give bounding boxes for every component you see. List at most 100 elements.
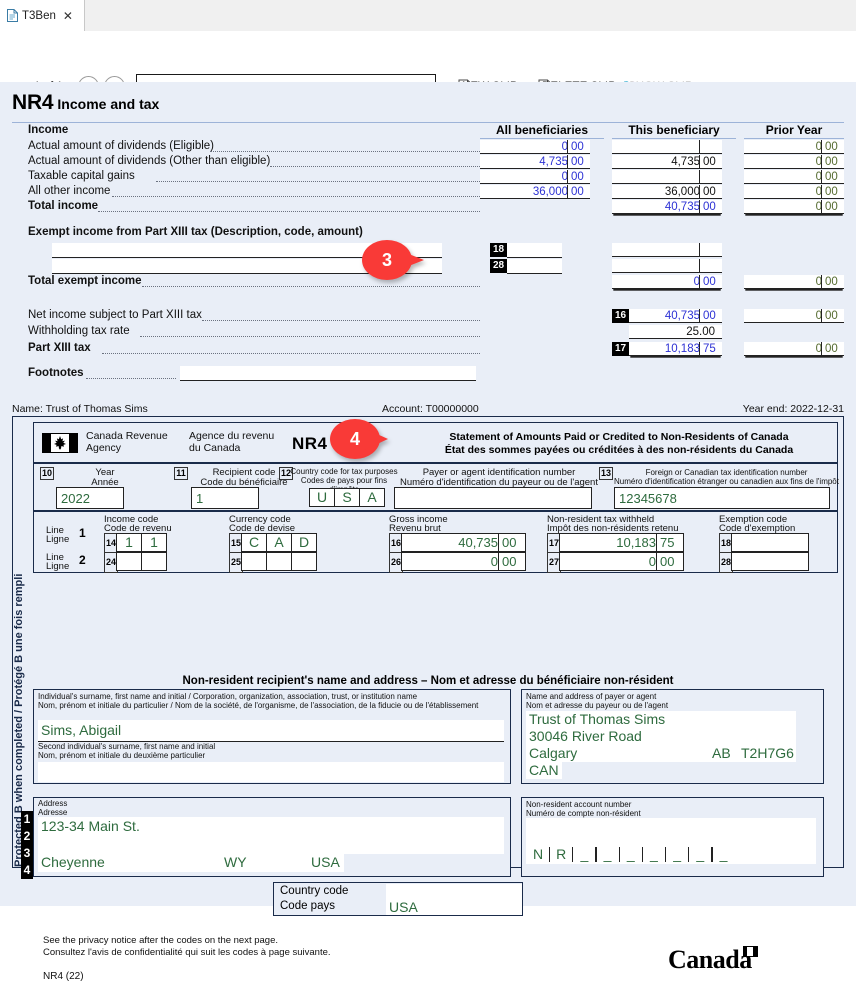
income-code-cells-line2[interactable] bbox=[116, 552, 167, 571]
payer-line1[interactable]: Trust of Thomas Sims bbox=[526, 711, 796, 728]
foreign-id-input[interactable] bbox=[614, 487, 830, 509]
currency-code-cell-5[interactable] bbox=[267, 553, 292, 570]
payer-id-input[interactable] bbox=[394, 487, 592, 509]
field-all-taxable-capital-gains[interactable]: 0 00 bbox=[480, 170, 590, 184]
recipient-name1-input[interactable]: Sims, Abigail bbox=[38, 720, 504, 742]
nr-account-label-fr: Numéro de compte non-résident bbox=[526, 809, 641, 818]
record-identification-line: Name: Trust of Thomas Sims Account: T000… bbox=[12, 403, 844, 415]
nr-account-cell-8[interactable]: _ bbox=[694, 846, 706, 862]
payer-line3[interactable]: Calgary AB T2H7G6 bbox=[526, 745, 796, 762]
close-icon[interactable]: ✕ bbox=[63, 10, 73, 22]
nr-account-cell-7[interactable]: _ bbox=[671, 846, 683, 862]
payer-postal-value: T2H7G6 bbox=[741, 745, 794, 761]
address-line1-input[interactable]: 123-34 Main St. bbox=[38, 817, 504, 836]
income-code-cells-line1[interactable]: 1 1 bbox=[116, 533, 167, 552]
country-tax-cell-3[interactable]: A bbox=[360, 489, 384, 506]
currency-code-cell-6[interactable] bbox=[292, 553, 316, 570]
field-exempt-amount-1[interactable] bbox=[507, 243, 562, 258]
address-line3-input[interactable]: Cheyenne WY USA bbox=[38, 854, 344, 872]
income-code-cell-3[interactable] bbox=[117, 553, 142, 570]
nr-account-cell-4[interactable]: _ bbox=[602, 846, 614, 862]
line-number-1: 1 bbox=[79, 526, 86, 540]
currency-code-cell-1[interactable]: C bbox=[242, 534, 267, 551]
recipient-name1-label-fr: Nom, prénom et initiale du particulier /… bbox=[38, 701, 479, 710]
field-exempt-amount-2[interactable] bbox=[507, 259, 562, 274]
value: 0 bbox=[815, 171, 822, 183]
nr-account-cell-6[interactable]: _ bbox=[648, 846, 660, 862]
maple-leaf-shape bbox=[51, 434, 69, 452]
cra-fr-line1: Agence du revenu bbox=[189, 430, 275, 442]
page-title-text: Income and tax bbox=[57, 96, 160, 112]
income-code-cell-4[interactable] bbox=[142, 553, 166, 570]
country-tax-cell-1[interactable]: U bbox=[310, 489, 335, 506]
currency-code-cell-4[interactable] bbox=[242, 553, 267, 570]
income-code-cell-2[interactable]: 1 bbox=[142, 534, 166, 551]
country-tax-cells[interactable]: U S A bbox=[309, 488, 385, 507]
address-line2-input[interactable] bbox=[38, 836, 504, 854]
currency-code-cells-line1[interactable]: C A D bbox=[241, 533, 317, 552]
recipient-name-box: Individual's surname, first name and ini… bbox=[33, 689, 511, 784]
currency-code-cell-3[interactable]: D bbox=[292, 534, 316, 551]
field-footnotes[interactable] bbox=[180, 366, 476, 381]
recipient-name1-label-en: Individual's surname, first name and ini… bbox=[38, 692, 418, 701]
country-tax-cell-2[interactable]: S bbox=[335, 489, 360, 506]
field-prior-total-exempt: 0 00 bbox=[744, 275, 844, 289]
cra-name-fr: Agence du revenu du Canada bbox=[189, 430, 275, 454]
exempt-income-heading: Exempt income from Part XIII tax (Descri… bbox=[28, 226, 363, 238]
year-input[interactable] bbox=[56, 487, 124, 509]
exemption-code-line2[interactable] bbox=[731, 552, 809, 571]
value: 36,000 bbox=[664, 186, 700, 198]
nr-account-cell-2[interactable]: R bbox=[555, 846, 567, 862]
cents: 00 bbox=[821, 342, 844, 355]
country-code-value: USA bbox=[389, 899, 418, 915]
cents: 00 bbox=[699, 309, 722, 322]
gross-income-amount-line1[interactable]: 40,735 00 bbox=[401, 533, 526, 552]
field-this-exempt-1[interactable] bbox=[612, 243, 722, 257]
cents: 00 bbox=[567, 155, 590, 168]
recipient-name2-input[interactable] bbox=[38, 762, 504, 782]
nr-account-cells[interactable]: N R _ _ _ _ _ _ _ bbox=[532, 846, 730, 862]
field-prior-dividends-other: 0 00 bbox=[744, 155, 844, 169]
exemption-code-line1[interactable] bbox=[731, 533, 809, 552]
value: 25.00 bbox=[686, 326, 715, 338]
cents bbox=[699, 170, 722, 183]
field-this-other-income[interactable]: 36,000 00 bbox=[612, 185, 722, 199]
value: 0 bbox=[815, 310, 822, 322]
nr-account-cell-5[interactable]: _ bbox=[625, 846, 637, 862]
line-number-2: 2 bbox=[79, 553, 86, 567]
leader-dots bbox=[270, 166, 480, 167]
tab-bar: T3Ben ✕ bbox=[0, 0, 856, 32]
income-code-cell-1[interactable]: 1 bbox=[117, 534, 142, 551]
field-this-dividends-eligible[interactable] bbox=[612, 140, 722, 154]
field-this-dividends-other[interactable]: 4,735 00 bbox=[612, 155, 722, 169]
nr-account-cell-1[interactable]: N bbox=[532, 846, 544, 862]
field-this-taxable-capital-gains[interactable] bbox=[612, 170, 722, 184]
field-all-dividends-other[interactable]: 4,735 00 bbox=[480, 155, 590, 169]
tax-withheld-amount-line2[interactable]: 0 00 bbox=[559, 552, 684, 571]
line-label-fr-1: Ligne bbox=[46, 534, 70, 545]
foreign-id-label-fr: Numéro d'identification étranger ou cana… bbox=[614, 477, 839, 486]
tax-withheld-amount-line1[interactable]: 10,183 75 bbox=[559, 533, 684, 552]
field-prior-net-income: 0 00 bbox=[744, 309, 844, 323]
field-all-dividends-eligible[interactable]: 0 00 bbox=[480, 140, 590, 154]
address-row-number-1: 1 bbox=[21, 811, 33, 828]
payer-line2[interactable]: 30046 River Road bbox=[526, 728, 796, 745]
payer-line4[interactable]: CAN bbox=[526, 762, 562, 779]
nr-account-cell-3[interactable]: _ bbox=[578, 846, 590, 862]
value: 0 bbox=[648, 554, 656, 569]
field-all-other-income[interactable]: 36,000 00 bbox=[480, 185, 590, 199]
value: 40,735 bbox=[664, 201, 700, 213]
gross-income-amount-line2[interactable]: 0 00 bbox=[401, 552, 526, 571]
recipient-code-input[interactable] bbox=[191, 487, 259, 509]
field-withholding-tax-rate[interactable]: 25.00 bbox=[629, 325, 722, 339]
recipient-name1-value: Sims, Abigail bbox=[41, 722, 122, 738]
tab-t3ben[interactable]: T3Ben ✕ bbox=[0, 0, 85, 31]
currency-code-cells-line2[interactable] bbox=[241, 552, 317, 571]
nr-account-cell-9[interactable]: _ bbox=[718, 846, 730, 862]
cents: 00 bbox=[821, 275, 844, 288]
line-label-fr-2: Ligne bbox=[46, 561, 70, 572]
box-number-17: 17 bbox=[612, 342, 629, 356]
cents: 75 bbox=[656, 534, 683, 551]
currency-code-cell-2[interactable]: A bbox=[267, 534, 292, 551]
field-this-exempt-2[interactable] bbox=[612, 259, 722, 273]
